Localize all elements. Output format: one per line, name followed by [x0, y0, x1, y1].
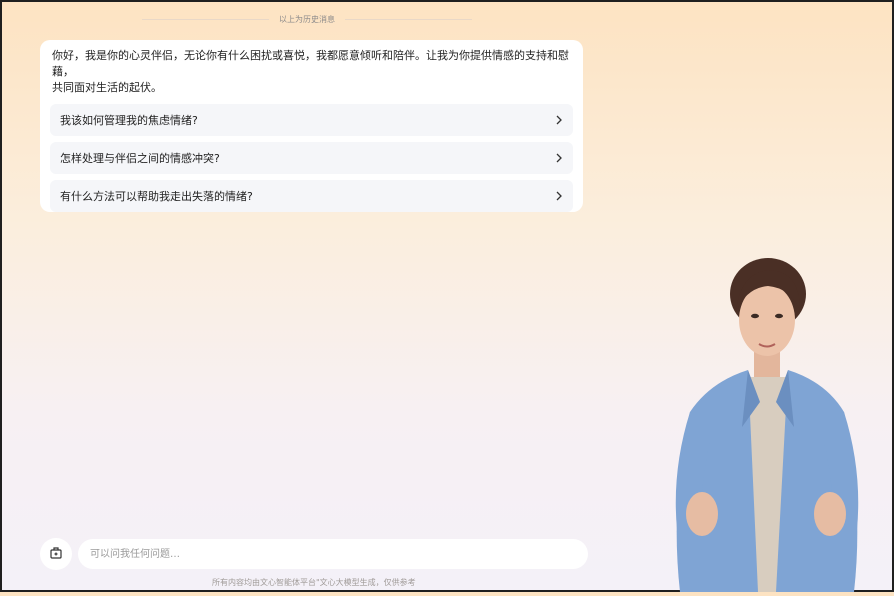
- disclaimer-text: 所有内容均由文心智能体平台"文心大模型生成，仅供参考: [212, 578, 416, 587]
- chevron-right-icon: [555, 115, 563, 125]
- message-input[interactable]: [88, 547, 588, 561]
- suggestion-item-loss[interactable]: 有什么方法可以帮助我走出失落的情绪?: [50, 180, 573, 212]
- history-label: 以上为历史消息: [279, 15, 335, 24]
- history-divider: 以上为历史消息: [142, 14, 472, 25]
- chevron-right-icon: [555, 191, 563, 201]
- composer-bar: [40, 538, 588, 570]
- chevron-right-icon: [555, 153, 563, 163]
- greeting-text: 你好，我是你的心灵伴侣，无论你有什么困扰或喜悦，我都愿意倾听和陪伴。让我为你提供…: [52, 49, 569, 94]
- digital-human-avatar: [650, 252, 880, 592]
- message-input-wrapper: [78, 539, 588, 569]
- suggestion-label: 我该如何管理我的焦虑情绪?: [60, 114, 198, 127]
- new-chat-icon: [49, 545, 63, 564]
- suggestion-label: 怎样处理与伴侣之间的情感冲突?: [60, 152, 220, 165]
- divider-line-left: [142, 19, 269, 20]
- suggestion-label: 有什么方法可以帮助我走出失落的情绪?: [60, 190, 253, 203]
- assistant-message-card: 你好，我是你的心灵伴侣，无论你有什么困扰或喜悦，我都愿意倾听和陪伴。让我为你提供…: [40, 40, 583, 212]
- suggestion-item-conflict[interactable]: 怎样处理与伴侣之间的情感冲突?: [50, 142, 573, 174]
- suggestion-item-anxiety[interactable]: 我该如何管理我的焦虑情绪?: [50, 104, 573, 136]
- divider-line-right: [345, 19, 472, 20]
- new-chat-button[interactable]: [40, 538, 72, 570]
